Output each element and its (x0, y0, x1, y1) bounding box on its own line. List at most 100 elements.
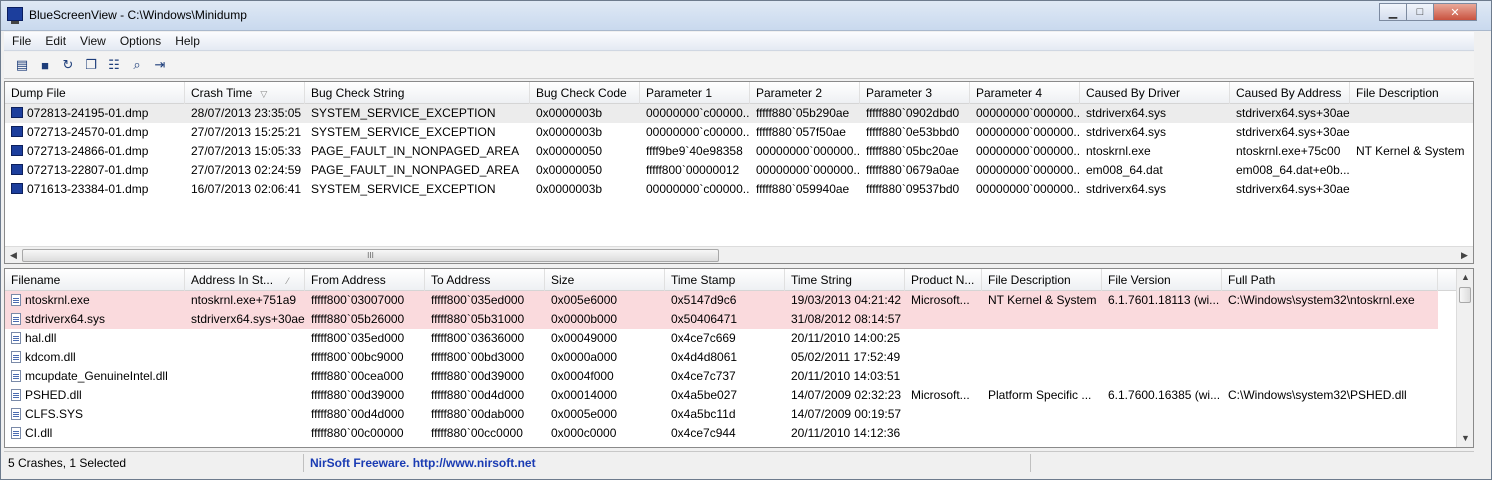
find-button[interactable]: ⌕ (127, 55, 147, 75)
cell-text: em008_64.dat (1086, 163, 1163, 177)
cell-bug-check-code: 0x0000003b (530, 104, 640, 123)
cell-parameter-3: fffff880`09537bd0 (860, 180, 970, 199)
cell-text: 0x00000050 (536, 163, 603, 177)
col-to-address[interactable]: To Address (425, 269, 545, 291)
cell-text: 00000000`000000... (976, 125, 1080, 139)
col-file-description-2[interactable]: File Description (982, 269, 1102, 291)
html-report-button[interactable]: ▤ (12, 55, 32, 75)
col-crash-time[interactable]: Crash Time ▽ (185, 82, 305, 104)
cell-product-name (905, 310, 982, 329)
cell-parameter-2: fffff880`057f50ae (750, 123, 860, 142)
copy-button[interactable]: ❐ (81, 55, 101, 75)
dump-file-icon (11, 164, 23, 175)
scroll-left-icon[interactable]: ◀ (5, 247, 22, 263)
menu-file[interactable]: File (10, 34, 39, 48)
cell-text: fffff880`00cc0000 (431, 426, 523, 440)
col-address-in-stack-label: Address In St... (191, 273, 274, 287)
cell-text: 19/03/2013 04:21:42 (791, 293, 902, 307)
driver-row[interactable]: CI.dll fffff880`00c00000 fffff880`00cc0000… (5, 424, 1438, 443)
col-bug-check-string[interactable]: Bug Check String (305, 82, 530, 104)
crash-row[interactable]: 071613-23384-01.dmp 16/07/2013 02:06:41 SY… (5, 180, 1473, 199)
module-file-icon (11, 427, 21, 439)
sort-descending-icon: ▽ (260, 89, 268, 99)
cell-text: 14/07/2009 02:32:23 (791, 388, 902, 402)
maximize-button[interactable]: □ (1406, 3, 1434, 21)
cell-product-name (905, 424, 982, 443)
col-caused-by-driver[interactable]: Caused By Driver (1080, 82, 1230, 104)
menu-help[interactable]: Help (173, 34, 208, 48)
col-parameter-4[interactable]: Parameter 4 (970, 82, 1080, 104)
scroll-down-icon[interactable]: ▼ (1457, 430, 1473, 447)
crash-row[interactable]: 072713-24570-01.dmp 27/07/2013 15:25:21 SY… (5, 123, 1473, 142)
cell-text: 0x50406471 (671, 312, 738, 326)
close-button[interactable]: ✕ (1433, 3, 1477, 21)
driver-row[interactable]: kdcom.dll fffff800`00bc9000 fffff800`00bd3… (5, 348, 1438, 367)
title-bar[interactable]: BlueScreenView - C:\Windows\Minidump ▁ □… (1, 1, 1491, 31)
cell-dump-file: 072813-24195-01.dmp (5, 104, 185, 123)
col-bug-check-code[interactable]: Bug Check Code (530, 82, 640, 104)
menu-view[interactable]: View (78, 34, 114, 48)
col-file-version[interactable]: File Version (1102, 269, 1222, 291)
driver-row[interactable]: ntoskrnl.exe ntoskrnl.exe+751a9 fffff800`0… (5, 291, 1438, 310)
refresh-button[interactable]: ↻ (58, 55, 78, 75)
cell-parameter-4: 00000000`000000... (970, 123, 1080, 142)
scroll-thumb[interactable]: III (22, 249, 719, 262)
scroll-up-icon[interactable]: ▲ (1457, 269, 1473, 286)
cell-text: ffff9be9`40e98358 (646, 144, 743, 158)
driver-row[interactable]: stdriverx64.sys stdriverx64.sys+30ae fffff… (5, 310, 1438, 329)
col-from-address[interactable]: From Address (305, 269, 425, 291)
crash-list-hscrollbar[interactable]: ◀ III ▶ (5, 246, 1473, 263)
col-address-in-stack[interactable]: Address In St... ⁄ (185, 269, 305, 291)
menu-options[interactable]: Options (118, 34, 169, 48)
col-file-description[interactable]: File Description (1350, 82, 1473, 104)
module-file-icon (11, 313, 21, 325)
cell-to-address: fffff880`00d39000 (425, 367, 545, 386)
col-parameter-2[interactable]: Parameter 2 (750, 82, 860, 104)
driver-list[interactable]: Filename Address In St... ⁄ From Address … (4, 268, 1474, 448)
cell-filename: hal.dll (5, 329, 185, 348)
nirsoft-link[interactable]: NirSoft Freeware. http://www.nirsoft.net (306, 454, 1031, 472)
crash-list[interactable]: Dump File Crash Time ▽ Bug Check String B… (4, 81, 1474, 264)
cell-text: fffff880`00d4d000 (431, 388, 525, 402)
cell-text: stdriverx64.sys+30ae (1236, 106, 1350, 120)
cell-file-version (1102, 424, 1222, 443)
col-time-string[interactable]: Time String (785, 269, 905, 291)
minimize-button[interactable]: ▁ (1379, 3, 1407, 21)
col-parameter-1[interactable]: Parameter 1 (640, 82, 750, 104)
exit-button[interactable]: ⇥ (150, 55, 170, 75)
scroll-thumb-vertical[interactable] (1459, 287, 1471, 303)
driver-row[interactable]: hal.dll fffff800`035ed000 fffff800`0363600… (5, 329, 1438, 348)
cell-text: Platform Specific ... (988, 388, 1092, 402)
cell-text: 00000000`c00000... (646, 182, 750, 196)
driver-row[interactable]: mcupdate_GenuineIntel.dll fffff880`00cea0… (5, 367, 1438, 386)
menu-edit[interactable]: Edit (43, 34, 74, 48)
properties-button[interactable]: ☷ (104, 55, 124, 75)
cell-text: 00000000`000000... (976, 163, 1080, 177)
cell-parameter-3: fffff880`05bc20ae (860, 142, 970, 161)
driver-row[interactable]: PSHED.dll fffff880`00d39000 fffff880`00d4d… (5, 386, 1438, 405)
col-time-stamp[interactable]: Time Stamp (665, 269, 785, 291)
crash-row[interactable]: 072813-24195-01.dmp 28/07/2013 23:35:05 SY… (5, 104, 1473, 123)
driver-row[interactable]: CLFS.SYS fffff880`00d4d000 fffff880`00dab0… (5, 405, 1438, 424)
col-parameter-3[interactable]: Parameter 3 (860, 82, 970, 104)
col-full-path[interactable]: Full Path (1222, 269, 1438, 291)
cell-bug-check-string: PAGE_FAULT_IN_NONPAGED_AREA (305, 161, 530, 180)
cell-text: CI.dll (25, 426, 53, 440)
col-dump-file[interactable]: Dump File (5, 82, 185, 104)
cell-text: fffff880`00cea000 (311, 369, 404, 383)
col-caused-by-address[interactable]: Caused By Address (1230, 82, 1350, 104)
save-button[interactable]: ■ (35, 55, 55, 75)
crash-row[interactable]: 072713-22807-01.dmp 27/07/2013 02:24:59 PA… (5, 161, 1473, 180)
col-filename[interactable]: Filename (5, 269, 185, 291)
col-product-name[interactable]: Product N... (905, 269, 982, 291)
scroll-right-icon[interactable]: ▶ (1456, 247, 1473, 263)
col-size[interactable]: Size (545, 269, 665, 291)
cell-parameter-3: fffff880`0e53bbd0 (860, 123, 970, 142)
cell-caused-by-address: stdriverx64.sys+30ae (1230, 123, 1350, 142)
crash-row[interactable]: 072713-24866-01.dmp 27/07/2013 15:05:33 PA… (5, 142, 1473, 161)
driver-list-vscrollbar[interactable]: ▲ ▼ (1456, 269, 1473, 447)
cell-crash-time: 28/07/2013 23:35:05 (185, 104, 305, 123)
cell-product-name (905, 329, 982, 348)
cell-text: stdriverx64.sys+30ae (1236, 182, 1350, 196)
cell-product-name: Microsoft... (905, 386, 982, 405)
